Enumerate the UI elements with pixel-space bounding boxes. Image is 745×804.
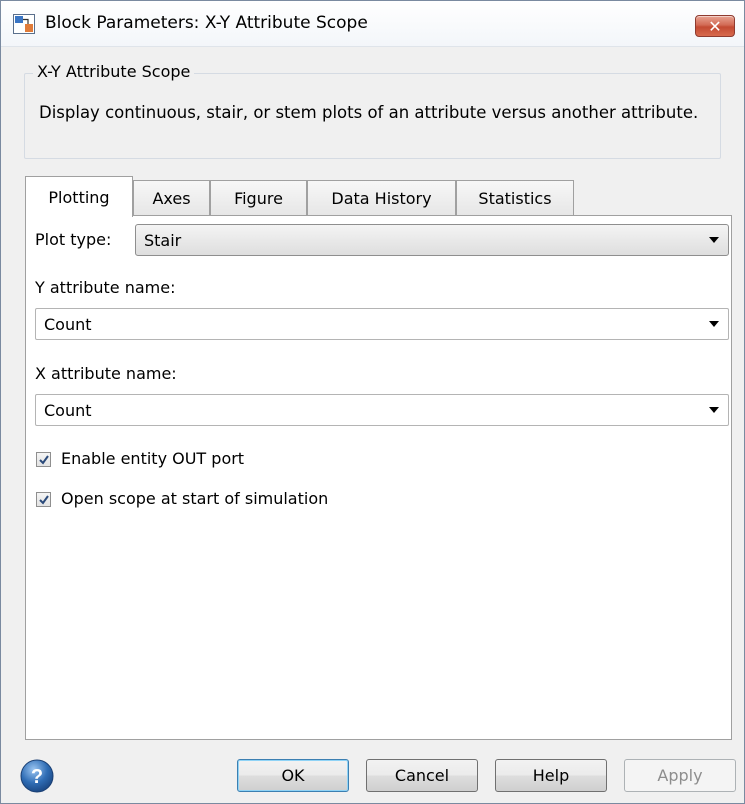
x-attribute-label: X attribute name: xyxy=(35,364,177,383)
tab-statistics[interactable]: Statistics xyxy=(456,180,574,216)
chevron-down-icon xyxy=(709,237,719,243)
tab-axes[interactable]: Axes xyxy=(133,180,210,216)
tab-data-history[interactable]: Data History xyxy=(307,180,456,216)
plotting-panel: Plot type: Stair Y attribute name: Count… xyxy=(25,215,732,740)
y-attribute-label: Y attribute name: xyxy=(35,278,176,297)
tab-figure[interactable]: Figure xyxy=(210,180,307,216)
x-attribute-combobox[interactable]: Count xyxy=(35,394,729,426)
enable-out-port-label[interactable]: Enable entity OUT port xyxy=(61,449,244,468)
chevron-down-icon[interactable] xyxy=(709,321,719,327)
block-description: Display continuous, stair, or stem plots… xyxy=(39,103,699,122)
tab-plotting[interactable]: Plotting xyxy=(25,176,133,217)
plot-type-value: Stair xyxy=(144,230,182,250)
svg-text:?: ? xyxy=(31,766,43,788)
close-icon: ✕ xyxy=(708,16,722,36)
tab-label: Axes xyxy=(152,189,191,208)
plot-type-select[interactable]: Stair xyxy=(135,224,729,256)
tab-label: Data History xyxy=(331,189,432,208)
dialog-window: Block Parameters: X-Y Attribute Scope ✕ … xyxy=(0,0,745,804)
title-bar[interactable]: Block Parameters: X-Y Attribute Scope ✕ xyxy=(1,1,744,47)
chevron-down-icon[interactable] xyxy=(709,407,719,413)
plot-type-label: Plot type: xyxy=(35,230,112,249)
window-title: Block Parameters: X-Y Attribute Scope xyxy=(45,13,368,33)
apply-button[interactable]: Apply xyxy=(624,759,736,792)
help-question-icon[interactable]: ? xyxy=(19,758,55,794)
x-attribute-value: Count xyxy=(44,400,92,420)
help-button[interactable]: Help xyxy=(495,759,607,792)
open-scope-checkbox[interactable] xyxy=(36,492,51,507)
tab-label: Figure xyxy=(234,189,283,208)
tab-label: Plotting xyxy=(48,187,110,207)
tab-label: Statistics xyxy=(478,189,552,208)
enable-out-port-checkbox[interactable] xyxy=(36,452,51,467)
checkmark-icon xyxy=(39,455,49,465)
y-attribute-value: Count xyxy=(44,314,92,334)
close-button[interactable]: ✕ xyxy=(695,15,735,37)
simulink-block-icon xyxy=(13,14,35,34)
ok-button[interactable]: OK xyxy=(237,759,349,792)
group-title: X-Y Attribute Scope xyxy=(33,62,195,81)
open-scope-label[interactable]: Open scope at start of simulation xyxy=(61,489,328,508)
cancel-button[interactable]: Cancel xyxy=(366,759,478,792)
y-attribute-combobox[interactable]: Count xyxy=(35,308,729,340)
checkmark-icon xyxy=(39,495,49,505)
